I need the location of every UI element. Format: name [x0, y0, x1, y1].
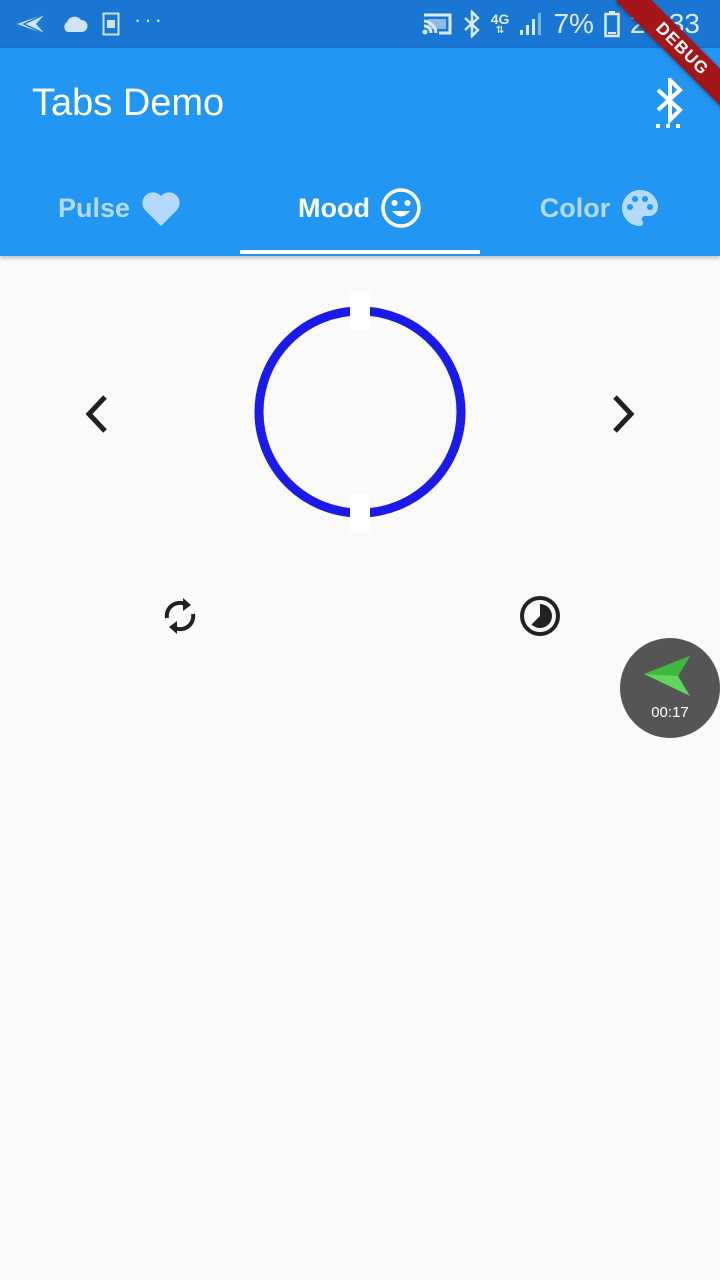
more-notifications-icon: ··· [134, 7, 165, 32]
mood-content [0, 256, 720, 1280]
status-left-icons: ··· [16, 0, 165, 48]
timelapse-icon [520, 596, 560, 636]
cast-icon [422, 13, 452, 35]
app-bar: Tabs Demo Pulse Mood Color [0, 48, 720, 256]
previous-button[interactable] [68, 386, 124, 442]
tab-mood[interactable]: Mood [240, 160, 480, 256]
paper-plane-icon [644, 656, 690, 696]
keyboard-notification-icon [102, 12, 120, 36]
status-bar: ··· 4G ⇅ 7% 20:33 [0, 0, 720, 48]
refresh-icon [164, 598, 196, 634]
bluetooth-searching-icon [656, 75, 683, 128]
cloud-icon [64, 16, 88, 32]
send-notification-icon [17, 13, 46, 35]
app-title: Tabs Demo [32, 82, 225, 124]
mood-circle [246, 290, 474, 534]
tab-bar: Pulse Mood Color [0, 160, 720, 256]
heart-icon [142, 192, 180, 226]
refresh-button[interactable] [156, 592, 204, 640]
tab-pulse-label: Pulse [57, 192, 131, 223]
mood-ring-icon [254, 292, 466, 532]
battery-percent: 7% [553, 8, 594, 39]
tab-mood-label: Mood [298, 192, 370, 223]
recorder-timer: 00:17 [651, 704, 689, 721]
smiley-icon [381, 188, 421, 228]
tab-pulse[interactable]: Pulse [0, 160, 240, 256]
bluetooth-searching-button[interactable] [650, 75, 690, 130]
tab-color[interactable]: Color [480, 160, 720, 256]
screen-recorder-bubble[interactable]: 00:17 [620, 638, 720, 738]
bluetooth-status-icon [463, 10, 480, 38]
timelapse-button[interactable] [516, 592, 564, 640]
chevron-right-icon [613, 395, 635, 433]
tab-indicator [240, 250, 480, 254]
signal-icon [520, 13, 542, 35]
palette-icon [622, 190, 659, 226]
tab-color-label: Color [539, 192, 611, 223]
battery-icon [604, 11, 620, 38]
next-button[interactable] [596, 386, 652, 442]
network-type: 4G ⇅ [490, 11, 510, 36]
chevron-left-icon [85, 395, 107, 433]
